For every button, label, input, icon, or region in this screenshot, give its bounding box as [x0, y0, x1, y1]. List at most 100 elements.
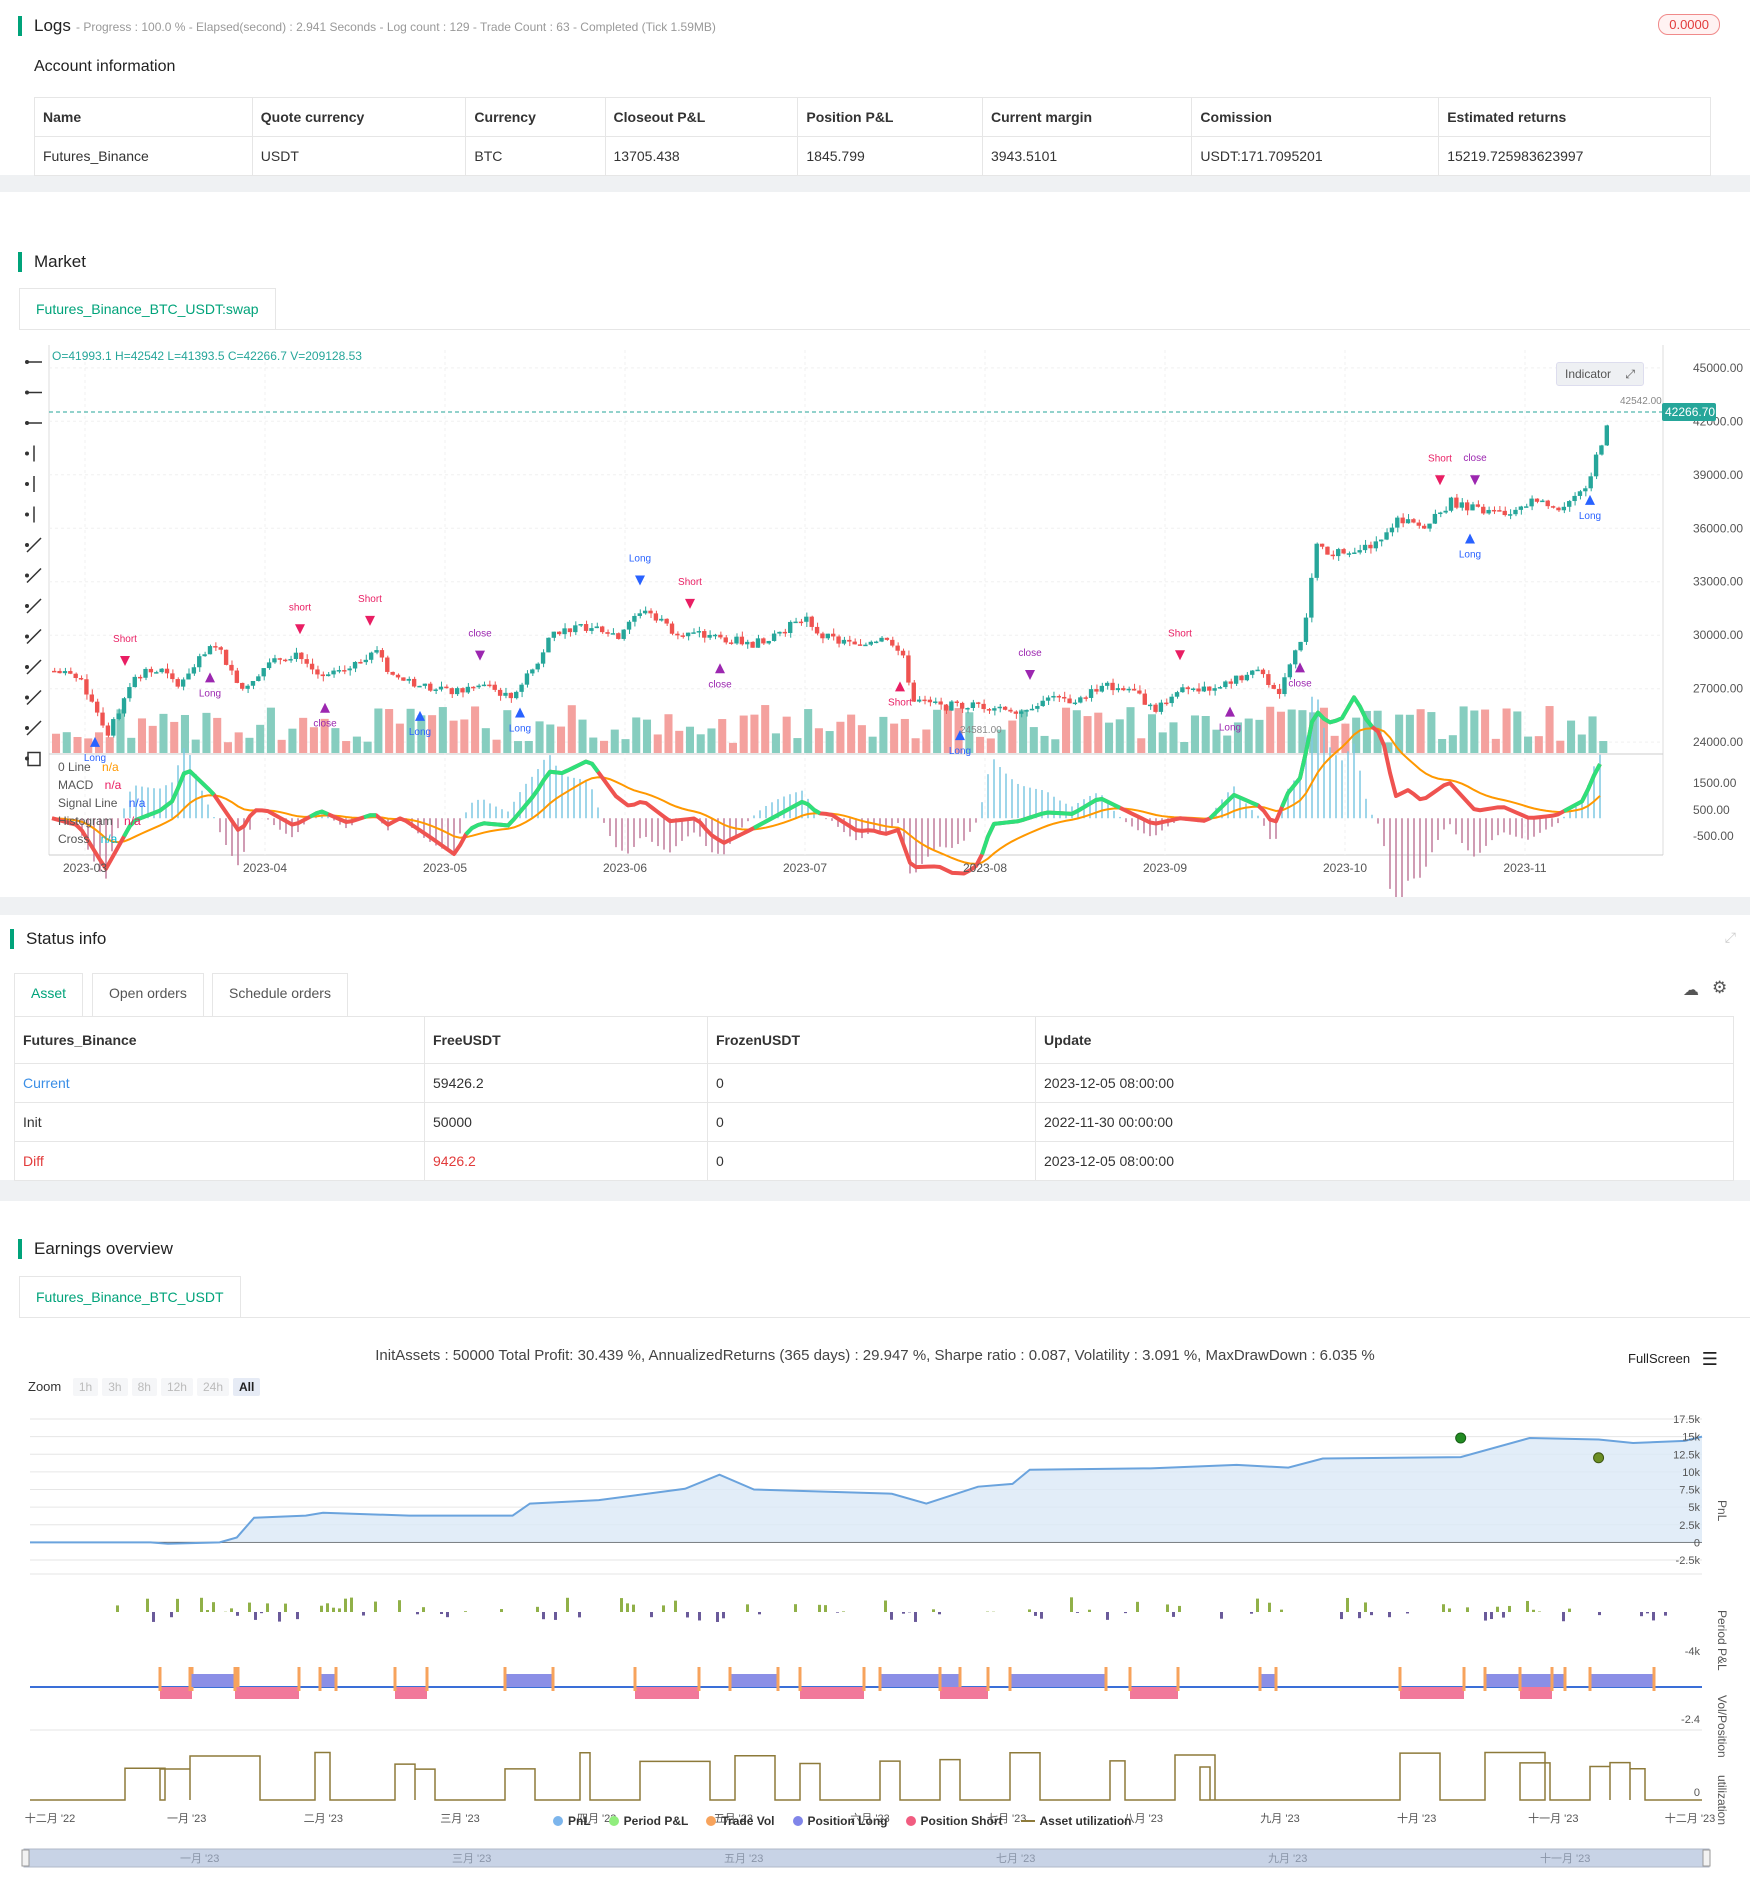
legend-item[interactable]: Period P&L: [608, 1814, 688, 1828]
vertical-ray-icon[interactable]: [25, 506, 35, 523]
candle: [1362, 544, 1368, 551]
short-arrow-icon: [635, 575, 645, 586]
vertical-line-icon[interactable]: [25, 445, 35, 462]
candle: [900, 650, 906, 656]
account-table: Name Quote currency Currency Closeout P&L Po…: [34, 97, 1711, 176]
candle: [202, 654, 207, 657]
short-arrow-icon: [1435, 475, 1445, 486]
volume-bar: [1524, 736, 1533, 753]
candle: [981, 703, 986, 710]
logs-badge[interactable]: 0.0000: [1658, 14, 1720, 35]
volume-bar: [352, 736, 361, 753]
candle: [148, 668, 154, 673]
candle: [1293, 650, 1298, 665]
expand-icon[interactable]: ⤢: [1725, 929, 1736, 946]
tab-schedule-orders[interactable]: Schedule orders: [212, 973, 348, 1016]
pnl-tick: 2.5k: [1679, 1520, 1700, 1532]
table-cell: USDT: [251, 136, 467, 176]
volume-bar: [1427, 712, 1436, 753]
gear-icon[interactable]: ⚙: [1712, 978, 1727, 998]
volume-bar: [793, 738, 802, 753]
cloud-download-icon[interactable]: ☁: [1683, 980, 1699, 1000]
candle: [1185, 687, 1190, 690]
period-pnl-bar: [1268, 1602, 1271, 1612]
period-pnl-bar: [1364, 1602, 1367, 1612]
candle: [820, 633, 825, 639]
candle: [1287, 664, 1293, 678]
candle: [562, 628, 567, 635]
candle: [825, 633, 830, 639]
period-pnl-bar: [722, 1612, 725, 1619]
legend-item[interactable]: Asset utilization: [1020, 1814, 1132, 1828]
legend-item[interactable]: Position Short: [905, 1814, 1003, 1828]
volume-bar: [363, 741, 372, 753]
drawing-toolbar[interactable]: [25, 360, 42, 767]
volume-bar: [213, 717, 222, 753]
earnings-chart[interactable]: 17.5k 15k 12.5k 10k 7.5k 5k 2.5k 0 -2.5k PnL Perio…: [0, 1201, 1750, 1899]
period-pnl-bar: [716, 1612, 719, 1622]
candle: [1411, 519, 1416, 523]
legend-item[interactable]: Trade Vol: [706, 1814, 775, 1828]
trend-line-icon[interactable]: [25, 537, 42, 553]
segment-icon[interactable]: [25, 598, 42, 614]
volume-bar: [718, 719, 727, 753]
volume-bar: [62, 732, 71, 753]
volume-bar: [610, 729, 619, 753]
candle: [1083, 697, 1088, 699]
volume-bar: [1577, 734, 1586, 753]
candle: [1045, 697, 1051, 701]
tab-open-orders[interactable]: Open orders: [92, 973, 204, 1016]
short-arrow-icon: [1175, 650, 1185, 661]
candle: [1507, 514, 1513, 516]
pitchfork-icon[interactable]: [25, 689, 42, 706]
period-pnl-bar: [260, 1612, 263, 1614]
table-cell: 2023-12-05 08:00:00: [1035, 1141, 1734, 1181]
table-cell: 2022-11-30 00:00:00: [1035, 1102, 1734, 1142]
market-chart[interactable]: Long Short Long short close Short Long close Lon…: [0, 192, 1750, 897]
candle: [105, 725, 111, 736]
period-pnl-bar: [248, 1602, 251, 1612]
ray-icon[interactable]: [25, 390, 42, 395]
indicator-button[interactable]: Indicator ⤢: [1556, 362, 1644, 386]
candle: [1260, 669, 1266, 675]
legend-item: MACD n/a: [58, 776, 145, 794]
candle: [1303, 617, 1309, 642]
volume-bar: [857, 725, 866, 753]
candle: [1405, 519, 1411, 524]
candle: [100, 712, 105, 726]
segment-icon: [26, 598, 42, 614]
candle: [234, 670, 240, 683]
fib-icon[interactable]: [25, 720, 42, 736]
trash-icon[interactable]: [25, 751, 41, 767]
vertical-segment-icon[interactable]: [25, 476, 35, 492]
legend-label: Trade Vol: [721, 1814, 775, 1828]
volume-bar: [481, 728, 490, 753]
extended-line-icon[interactable]: [25, 421, 42, 425]
volume-bar: [1341, 723, 1350, 753]
candle: [1421, 525, 1427, 529]
legend-item[interactable]: PnL: [553, 1814, 591, 1828]
legend-item[interactable]: Position Long: [792, 1814, 888, 1828]
period-pnl-bar: [176, 1598, 179, 1612]
volume-bar: [1545, 706, 1554, 753]
volume-bar: [52, 733, 61, 753]
measure-icon[interactable]: [25, 628, 42, 645]
period-pnl-bar: [1526, 1600, 1529, 1612]
max-marker: [1455, 1432, 1467, 1444]
candle: [1373, 541, 1378, 549]
price-tick: 27000.00: [1693, 682, 1743, 696]
high-label: 42542.00: [1620, 396, 1662, 407]
parallel-channel-icon[interactable]: [25, 659, 42, 675]
candle: [197, 656, 202, 668]
horizontal-line-icon[interactable]: [25, 360, 42, 364]
date-tick: 三月 '23: [440, 1813, 479, 1825]
legend-marker-icon: [1020, 1820, 1035, 1822]
legend-value: n/a: [101, 778, 122, 792]
expand-icon[interactable]: ⤢: [1625, 363, 1635, 385]
tab-asset[interactable]: Asset: [14, 973, 84, 1016]
candle: [1529, 498, 1534, 507]
trend-line-icon[interactable]: [25, 567, 42, 584]
candle: [1051, 695, 1056, 698]
candle: [1244, 674, 1250, 681]
candle: [659, 618, 664, 621]
